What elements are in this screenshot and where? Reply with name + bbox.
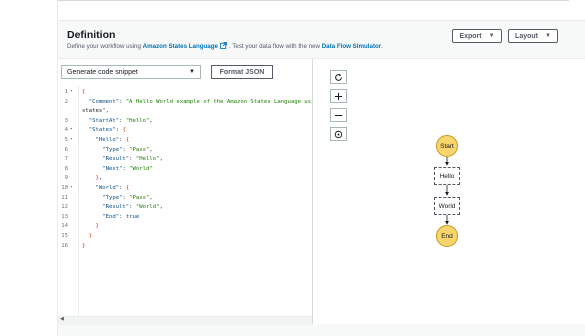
format-json-button[interactable]: Format JSON xyxy=(211,65,273,79)
code-line[interactable]: 9 }, xyxy=(58,173,312,183)
code-text: "Comment": "A Hello World example of the… xyxy=(88,98,332,105)
line-number: 10 xyxy=(61,185,68,191)
code-line[interactable]: 8 "Next": "World" xyxy=(58,164,312,174)
code-line[interactable]: 7 "Result": "Hello", xyxy=(58,154,312,164)
code-line[interactable]: 16} xyxy=(58,241,312,251)
code-text: "World": { xyxy=(95,185,130,191)
code-line[interactable]: 4 ▾ "States": { xyxy=(58,125,312,135)
code-line[interactable]: 5 ▾ "Hello": { xyxy=(58,135,312,145)
code-line[interactable]: 6 "Type": "Pass", xyxy=(58,145,312,155)
line-number: 16 xyxy=(61,242,68,249)
line-number: 6 xyxy=(64,146,68,153)
code-line[interactable]: states", xyxy=(58,106,312,116)
scroll-left-icon[interactable]: ◀ xyxy=(60,316,64,322)
code-line[interactable]: 13 "End": true xyxy=(58,212,312,222)
world-state-node[interactable]: World xyxy=(434,197,460,215)
definition-description: Define your workflow using Amazon States… xyxy=(67,42,383,51)
code-text: "States": { xyxy=(88,127,126,134)
desc-middle: . Test your data flow with the new xyxy=(228,43,322,50)
desc-prefix: Define your workflow using xyxy=(67,43,143,50)
code-text: } xyxy=(82,242,86,249)
line-number: 13 xyxy=(61,213,68,220)
zoom-out-icon xyxy=(334,114,343,116)
code-text: "End": true xyxy=(102,213,140,220)
line-number: 3 xyxy=(64,117,68,124)
editor-horizontal-scrollbar[interactable]: ◀ xyxy=(58,316,312,325)
fold-toggle-icon[interactable]: ▾ xyxy=(70,183,73,193)
line-number: 7 xyxy=(64,156,68,163)
code-line[interactable]: 14 } xyxy=(58,221,312,231)
code-text: { xyxy=(82,89,86,95)
export-label: Export xyxy=(459,32,482,40)
code-line[interactable]: 15 } xyxy=(58,231,312,241)
line-number: 8 xyxy=(64,165,68,172)
start-node[interactable]: Start xyxy=(436,135,458,157)
end-node[interactable]: End xyxy=(436,225,458,247)
external-link-icon[interactable] xyxy=(220,42,227,51)
refresh-button[interactable] xyxy=(330,70,347,84)
code-text: "Type": "Pass", xyxy=(102,194,153,201)
line-number: 12 xyxy=(61,204,68,211)
caret-down-icon: ▼ xyxy=(488,33,495,39)
code-snippet-value: Generate code snippet xyxy=(67,68,138,76)
code-text: }, xyxy=(95,175,103,182)
caret-down-icon: ▼ xyxy=(545,33,551,39)
code-line[interactable]: 10 ▾ "World": { xyxy=(58,183,312,193)
zoom-in-icon xyxy=(334,92,343,100)
zoom-out-button[interactable] xyxy=(330,108,347,122)
layout-button[interactable]: Layout ▼ xyxy=(508,29,558,43)
export-button[interactable]: Export ▼ xyxy=(452,29,502,43)
fold-toggle-icon[interactable]: ▾ xyxy=(70,87,73,97)
code-line[interactable]: 2 "Comment": "A Hello World example of t… xyxy=(58,97,332,107)
workflow-graph[interactable] xyxy=(313,59,585,324)
code-text: "StartAt": "Hello", xyxy=(88,117,153,124)
data-flow-simulator-link[interactable]: Data Flow Simulator xyxy=(322,43,381,50)
top-gutter xyxy=(57,1,58,21)
code-text: "Next": "World" xyxy=(102,165,153,172)
caret-down-icon: ▼ xyxy=(189,69,195,75)
code-line[interactable]: 1 ▾ { xyxy=(58,87,312,97)
line-number: 2 xyxy=(64,98,68,105)
code-line[interactable]: 11 "Type": "Pass", xyxy=(58,193,312,203)
hello-state-node[interactable]: Hello xyxy=(434,167,460,185)
line-number: 5 xyxy=(64,137,68,143)
code-text: "Hello": { xyxy=(95,137,130,143)
top-rule xyxy=(57,0,569,1)
code-text: "Result": "World", xyxy=(102,204,163,211)
line-number: 14 xyxy=(61,223,68,230)
code-line[interactable]: 3 "StartAt": "Hello", xyxy=(58,116,312,126)
line-number: 4 xyxy=(64,127,68,134)
center-icon xyxy=(334,130,343,138)
code-text: "Result": "Hello", xyxy=(102,156,163,163)
line-number: 15 xyxy=(61,233,68,239)
code-text: states", xyxy=(82,108,109,115)
line-number: 1 xyxy=(64,89,68,95)
refresh-icon xyxy=(335,73,342,81)
asl-link[interactable]: Amazon States Language xyxy=(143,43,218,50)
code-text: } xyxy=(88,233,93,239)
code-lines[interactable]: 1 ▾{2 "Comment": "A Hello World example o… xyxy=(58,86,332,316)
zoom-in-button[interactable] xyxy=(330,89,347,103)
layout-label: Layout xyxy=(515,32,538,40)
fold-toggle-icon[interactable]: ▾ xyxy=(70,125,73,135)
code-text: } xyxy=(95,223,99,230)
page-title: Definition xyxy=(67,29,116,41)
code-snippet-select[interactable]: Generate code snippet ▼ xyxy=(61,65,201,79)
desc-suffix: . xyxy=(381,43,383,50)
line-number: 9 xyxy=(64,175,68,182)
code-text: "Type": "Pass", xyxy=(102,146,153,153)
code-line[interactable]: 12 "Result": "World", xyxy=(58,202,312,212)
fold-toggle-icon[interactable]: ▾ xyxy=(70,135,73,145)
center-button[interactable] xyxy=(330,127,347,141)
line-number: 11 xyxy=(61,194,68,201)
